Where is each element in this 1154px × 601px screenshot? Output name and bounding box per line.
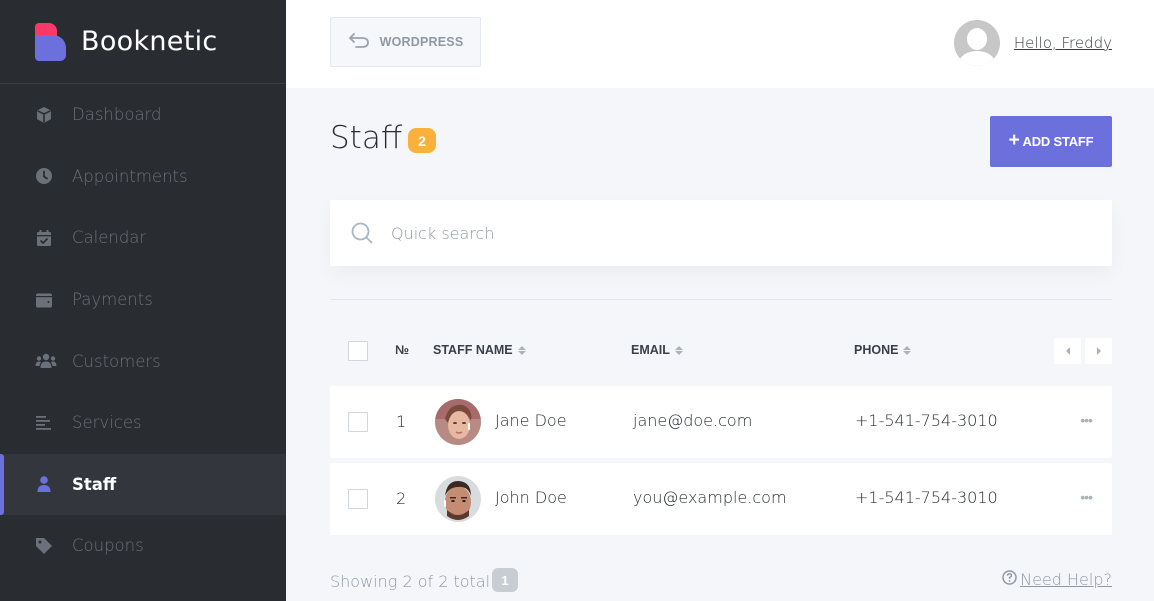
staff-name: Jane Doe <box>495 411 567 430</box>
question-circle-icon <box>1002 570 1017 589</box>
sidebar-item-label: Payments <box>72 290 153 310</box>
add-staff-label: ADD STAFF <box>1022 134 1094 149</box>
column-scroll-controls <box>1054 338 1112 364</box>
tag-icon <box>35 537 53 555</box>
users-icon <box>35 352 57 370</box>
search-icon <box>350 221 374 245</box>
sidebar-item-label: Dashboard <box>72 105 162 125</box>
sidebar-item-label: Services <box>72 413 142 433</box>
staff-avatar <box>435 476 481 522</box>
row-checkbox[interactable] <box>348 489 368 509</box>
table-row[interactable]: 1 Jane Doe jane@doe.com +1-541-754-3010 … <box>330 386 1112 458</box>
table-row[interactable]: 2 John Doe you@example.com +1-541-754-30… <box>330 463 1112 535</box>
sidebar-item-dashboard[interactable]: Dashboard <box>0 84 286 146</box>
row-number: 2 <box>396 489 407 508</box>
page-title: Staff <box>330 120 403 156</box>
sidebar-item-label: Coupons <box>72 536 144 556</box>
sidebar: Booknetic Dashboard Appointments Calenda… <box>0 0 286 601</box>
user-avatar[interactable] <box>953 20 1000 66</box>
column-header-number: № <box>395 343 409 357</box>
back-to-wordpress-label: WORDPRESS <box>379 35 464 49</box>
sidebar-item-payments[interactable]: Payments <box>0 269 286 331</box>
wallet-icon <box>35 291 53 309</box>
caret-right-icon <box>1096 347 1101 355</box>
sidebar-item-label: Staff <box>72 474 117 494</box>
table-footer: Showing 2 of 2 total 1 Need Help? <box>330 568 1112 596</box>
select-all-checkbox[interactable] <box>348 341 368 361</box>
sidebar-item-services[interactable]: Services <box>0 392 286 454</box>
top-bar: WORDPRESS Hello, Freddy <box>286 0 1154 88</box>
staff-avatar <box>435 399 481 445</box>
divider <box>330 299 1112 300</box>
sidebar-item-staff[interactable]: Staff <box>0 453 286 516</box>
caret-left-icon <box>1065 347 1070 355</box>
sort-icon <box>674 345 683 355</box>
staff-phone: +1-541-754-3010 <box>855 488 998 507</box>
sidebar-item-coupons[interactable]: Coupons <box>0 515 286 577</box>
column-header-staff-name[interactable]: STAFF NAME <box>433 343 526 357</box>
staff-count-badge: 2 <box>408 128 436 153</box>
table-header: № STAFF NAME EMAIL PHONE <box>330 335 1112 367</box>
sort-icon <box>517 345 526 355</box>
brand-name: Booknetic <box>81 26 218 57</box>
staff-email: jane@doe.com <box>633 411 753 430</box>
sort-icon <box>903 345 912 355</box>
undo-arrow-icon <box>348 32 370 53</box>
sidebar-item-calendar[interactable]: Calendar <box>0 207 286 269</box>
cube-icon <box>35 106 53 124</box>
sidebar-item-label: Customers <box>72 351 161 371</box>
column-header-email[interactable]: EMAIL <box>631 343 683 357</box>
more-actions-icon[interactable]: ••• <box>1080 489 1093 505</box>
sidebar-item-customers[interactable]: Customers <box>0 330 286 392</box>
staff-phone: +1-541-754-3010 <box>855 411 998 430</box>
column-header-phone[interactable]: PHONE <box>854 343 912 357</box>
user-menu[interactable]: Hello, Freddy <box>953 20 1112 66</box>
user-greeting-link[interactable]: Hello, Freddy <box>1014 34 1112 52</box>
sidebar-item-label: Appointments <box>72 166 188 186</box>
scroll-left-button[interactable] <box>1054 338 1081 364</box>
clock-icon <box>35 167 53 185</box>
row-number: 1 <box>396 412 407 431</box>
list-icon <box>35 414 53 432</box>
plus-icon: + <box>1008 130 1020 151</box>
scroll-right-button[interactable] <box>1085 338 1112 364</box>
search-bar <box>330 200 1112 266</box>
need-help-link[interactable]: Need Help? <box>1002 570 1112 589</box>
sidebar-nav: Dashboard Appointments Calendar Payments… <box>0 84 286 577</box>
row-checkbox[interactable] <box>348 412 368 432</box>
user-icon <box>35 475 53 493</box>
staff-name: John Doe <box>495 488 567 507</box>
booknetic-logo-icon <box>35 22 66 61</box>
more-actions-icon[interactable]: ••• <box>1080 412 1093 428</box>
back-to-wordpress-button[interactable]: WORDPRESS <box>330 17 481 67</box>
brand[interactable]: Booknetic <box>0 0 286 84</box>
page-header: Staff 2 + ADD STAFF <box>330 116 1112 168</box>
sidebar-item-appointments[interactable]: Appointments <box>0 146 286 208</box>
sidebar-item-label: Calendar <box>72 228 147 248</box>
page-number-button[interactable]: 1 <box>492 568 518 592</box>
calendar-check-icon <box>35 229 53 247</box>
add-staff-button[interactable]: + ADD STAFF <box>990 116 1112 167</box>
search-input[interactable] <box>391 223 1071 243</box>
showing-count: Showing 2 of 2 total <box>330 572 491 591</box>
staff-email: you@example.com <box>633 488 787 507</box>
